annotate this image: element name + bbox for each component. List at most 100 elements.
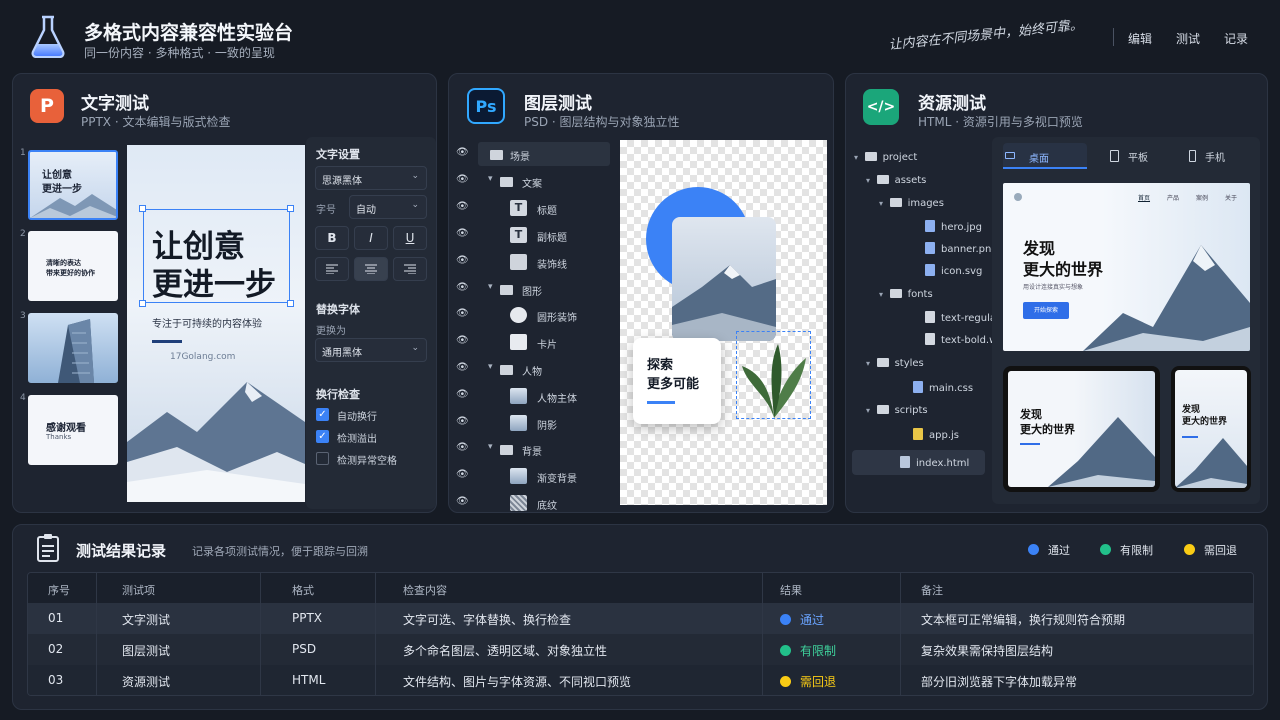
tab-mobile[interactable]: 手机 [1189, 149, 1225, 164]
preview-cta-button[interactable]: 开始探索 [1023, 302, 1069, 319]
nav-edit[interactable]: 编辑 [1128, 30, 1152, 47]
layer-item[interactable]: ▾ 背景 [478, 437, 610, 461]
layer-item[interactable]: 渐变背景 [478, 464, 610, 488]
text-card[interactable]: 探索 更多可能 [633, 338, 721, 424]
layer-item[interactable]: 装饰线 [478, 250, 610, 274]
status-label: 通过 [800, 613, 825, 627]
bold-button[interactable]: B [315, 226, 349, 250]
table-cell-item: 文字测试 [122, 613, 171, 627]
tab-desktop[interactable]: 桌面 [1003, 143, 1087, 169]
visibility-eye-icon[interactable]: 👁 [456, 282, 469, 293]
auto-wrap-checkbox[interactable]: ✓ [316, 408, 329, 421]
slide-thumb-2[interactable]: 清晰的表达 带来更好的协作 [28, 231, 118, 301]
preview-nav[interactable]: 产品 [1167, 193, 1179, 202]
preview-nav[interactable]: 首页 [1138, 193, 1150, 202]
expand-arrow-icon[interactable]: ▾ [488, 174, 493, 184]
col-divider [260, 573, 261, 695]
slide-tagline[interactable]: 专注于可持续的内容体验 [152, 315, 262, 330]
replace-font-select[interactable]: 通用黑体 ⌄ [315, 338, 427, 362]
tree-folder[interactable]: ▾ fonts [879, 289, 933, 300]
visibility-eye-icon[interactable]: 👁 [456, 442, 469, 453]
visibility-eye-icon[interactable]: 👁 [456, 255, 469, 266]
tab-tablet[interactable]: 平板 [1110, 149, 1148, 164]
tree-folder[interactable]: ▾ styles [866, 358, 924, 369]
space-checkbox[interactable] [316, 452, 329, 465]
italic-button[interactable]: I [354, 226, 388, 250]
expand-arrow-icon[interactable]: ▾ [879, 199, 886, 208]
file-icon [925, 220, 935, 232]
tree-file[interactable]: hero.jpg [925, 220, 982, 233]
slide-thumb-4[interactable]: 感谢观看 Thanks [28, 395, 118, 465]
visibility-eye-icon[interactable]: 👁 [456, 147, 469, 158]
slide-thumb-3[interactable] [28, 313, 118, 383]
tree-file[interactable]: index.html [900, 456, 969, 469]
layer-item[interactable]: 场景 [478, 142, 610, 166]
preview-nav[interactable]: 关于 [1225, 193, 1237, 202]
size-select[interactable]: 自动 ⌄ [349, 195, 427, 219]
tree-file[interactable]: banner.png [925, 242, 998, 255]
table-cell-result: 有限制 [780, 642, 836, 659]
expand-arrow-icon[interactable]: ▾ [854, 153, 861, 162]
layer-item[interactable]: ▾ 人物 [478, 357, 610, 381]
slide-thumb-1[interactable]: 让创意 更进一步 [28, 150, 118, 220]
resize-handle[interactable] [139, 205, 146, 212]
tree-file[interactable]: icon.svg [925, 264, 982, 277]
font-select[interactable]: 思源黑体 ⌄ [315, 166, 427, 190]
expand-arrow-icon[interactable]: ▾ [488, 282, 493, 292]
replace-label: 更换为 [316, 326, 346, 337]
align-left-icon [326, 264, 338, 274]
layer-item[interactable]: ▾ 文案 [478, 169, 610, 193]
visibility-eye-icon[interactable]: 👁 [456, 174, 469, 185]
align-right-button[interactable] [393, 257, 427, 281]
expand-arrow-icon[interactable]: ▾ [879, 290, 886, 299]
visibility-eye-icon[interactable]: 👁 [456, 308, 469, 319]
layer-item[interactable]: 圆形装饰 [478, 303, 610, 327]
psd-canvas[interactable]: 探索 更多可能 [620, 140, 827, 505]
nav-test[interactable]: 测试 [1176, 30, 1200, 47]
visibility-eye-icon[interactable]: 👁 [456, 201, 469, 212]
expand-arrow-icon[interactable]: ▾ [866, 359, 873, 368]
tree-folder[interactable]: ▾ scripts [866, 405, 928, 416]
resize-handle[interactable] [287, 205, 294, 212]
visibility-eye-icon[interactable]: 👁 [456, 362, 469, 373]
visibility-eye-icon[interactable]: 👁 [456, 389, 469, 400]
tree-folder[interactable]: ▾ assets [866, 175, 926, 186]
expand-arrow-icon[interactable]: ▾ [866, 176, 873, 185]
photo-card[interactable] [672, 217, 776, 341]
align-center-button[interactable] [354, 257, 388, 281]
expand-arrow-icon[interactable]: ▾ [866, 406, 873, 415]
resize-handle[interactable] [139, 300, 146, 307]
visibility-eye-icon[interactable]: 👁 [456, 416, 469, 427]
nav-record[interactable]: 记录 [1224, 30, 1248, 47]
layer-item[interactable]: 卡片 [478, 330, 610, 354]
tablet-preview[interactable]: 发现 更大的世界 [1003, 366, 1160, 492]
layer-item[interactable]: 底纹 [478, 491, 610, 515]
layer-item[interactable]: 阴影 [478, 411, 610, 435]
layer-item[interactable]: 人物主体 [478, 384, 610, 408]
tree-file[interactable]: main.css [913, 381, 973, 394]
slide-headline-line2[interactable]: 更进一步 [152, 259, 276, 304]
photoshop-icon: Ps [467, 88, 505, 124]
layer-item[interactable]: T 标题 [478, 196, 610, 220]
tree-folder[interactable]: ▾ images [879, 198, 944, 209]
visibility-eye-icon[interactable]: 👁 [456, 228, 469, 239]
align-left-button[interactable] [315, 257, 349, 281]
overflow-checkbox[interactable]: ✓ [316, 430, 329, 443]
watermark: 17Golang.com [170, 352, 236, 362]
desktop-preview[interactable]: 首页 产品 案例 关于 发现 更大的世界 用设计连接真实与想象 开始探索 [1003, 183, 1250, 351]
resize-handle[interactable] [287, 300, 294, 307]
preview-nav[interactable]: 案例 [1196, 193, 1208, 202]
tree-file[interactable]: app.js [913, 428, 959, 441]
phone-preview[interactable]: 发现 更大的世界 [1171, 366, 1251, 492]
layer-item[interactable]: T 副标题 [478, 223, 610, 247]
folder-icon [876, 175, 889, 184]
expand-arrow-icon[interactable]: ▾ [488, 362, 493, 372]
visibility-eye-icon[interactable]: 👁 [456, 496, 469, 507]
visibility-eye-icon[interactable]: 👁 [456, 469, 469, 480]
visibility-eye-icon[interactable]: 👁 [456, 335, 469, 346]
expand-arrow-icon[interactable]: ▾ [488, 442, 493, 452]
tree-folder[interactable]: ▾ project [854, 152, 917, 163]
layer-item[interactable]: ▾ 图形 [478, 277, 610, 301]
underline-button[interactable]: U [393, 226, 427, 250]
tree-label: hero.jpg [941, 222, 982, 233]
